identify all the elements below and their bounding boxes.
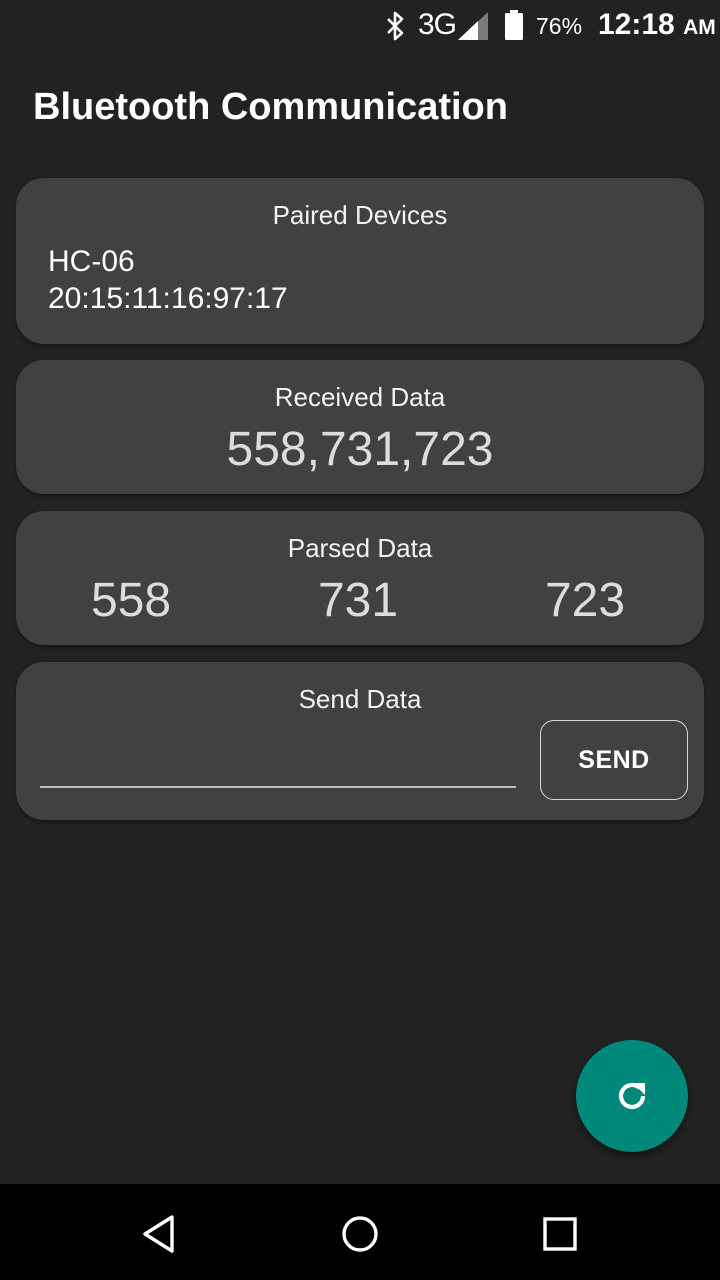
device-address[interactable]: 20:15:11:16:97:17: [48, 282, 288, 316]
device-name[interactable]: HC-06: [48, 245, 135, 279]
status-bar: 3G 76% 12:18 AM: [0, 0, 720, 52]
parsed-data-title: Parsed Data: [287, 533, 433, 563]
clock-time: 12:18: [598, 8, 675, 41]
paired-devices-card: Paired Devices HC-06 20:15:11:16:97:17: [16, 178, 704, 344]
refresh-button[interactable]: [576, 1040, 688, 1152]
cell-signal-icon: [458, 12, 488, 40]
paired-devices-title: Paired Devices: [272, 200, 448, 230]
received-data-title: Received Data: [274, 382, 446, 412]
send-button[interactable]: SEND: [540, 720, 688, 800]
battery-percent: 76%: [536, 13, 583, 39]
battery-icon: [505, 10, 523, 40]
send-data-card: Send Data SEND: [16, 662, 704, 820]
back-icon[interactable]: [138, 1212, 182, 1256]
refresh-icon: [618, 1082, 646, 1110]
navigation-bar: [0, 1184, 720, 1280]
home-icon[interactable]: [338, 1212, 382, 1256]
network-type-label: 3G: [418, 8, 457, 41]
app-screen: 3G 76% 12:18 AM Bluetooth Communication …: [0, 0, 720, 1280]
page-title: Bluetooth Communication: [33, 86, 508, 128]
clock-ampm: AM: [683, 16, 716, 39]
parsed-value-2: 731: [317, 574, 399, 627]
clock: 12:18 AM: [598, 8, 716, 42]
received-data-value: 558,731,723: [226, 423, 494, 476]
send-data-title: Send Data: [298, 684, 422, 714]
parsed-value-1: 558: [90, 574, 172, 627]
bluetooth-icon: [387, 11, 404, 41]
parsed-data-card: Parsed Data 558 731 723: [16, 511, 704, 645]
received-data-card: Received Data 558,731,723: [16, 360, 704, 494]
recents-icon[interactable]: [538, 1212, 582, 1256]
send-data-input[interactable]: [40, 746, 516, 788]
parsed-value-3: 723: [544, 574, 626, 627]
